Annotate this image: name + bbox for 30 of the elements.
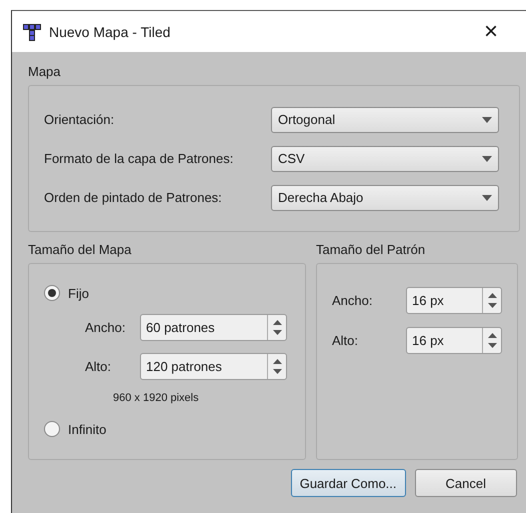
field-label: Ancho: [85,320,126,335]
dropdown-arrow-icon [482,156,492,162]
dropdown-arrow-icon [482,194,492,200]
radio-button[interactable] [44,285,60,301]
field-label: Alto: [85,359,112,374]
radio-button[interactable] [44,421,60,437]
group-title: Tamaño del Mapa [28,242,132,257]
field-label: Ancho: [332,292,374,308]
window-title: Nuevo Mapa - Tiled [49,24,172,40]
close-button[interactable]: × [476,18,506,46]
spin-box[interactable]: 60 patrones [140,314,287,341]
dropdown-arrow-icon [482,116,492,122]
spin-box[interactable]: 16 px [406,286,502,314]
field-label: Formato de la capa de Patrones: [44,151,234,166]
dropdown[interactable]: Derecha Abajo [271,184,499,210]
dropdown[interactable]: CSV [271,146,499,172]
field-label: Alto: [332,332,360,348]
group-title: Mapa [28,64,62,79]
size-note: 960 x 1920 pixels [112,391,200,406]
dropdown[interactable]: Ortogonal [271,106,499,132]
field-label: Orientación: [44,112,116,127]
cancel-button[interactable]: Cancel [414,469,517,497]
save-as-button[interactable]: Guardar Como... [290,469,406,497]
group-title: Tamaño del Patrón [316,242,426,257]
field-label: Orden de pintado de Patrones: [44,190,223,205]
spin-box[interactable]: 120 patrones [140,353,287,380]
spin-box[interactable]: 16 px [406,326,502,354]
radio-option[interactable]: Infinito [44,414,290,444]
radio-option[interactable]: Fijo [44,278,290,308]
app-icon [23,22,41,40]
